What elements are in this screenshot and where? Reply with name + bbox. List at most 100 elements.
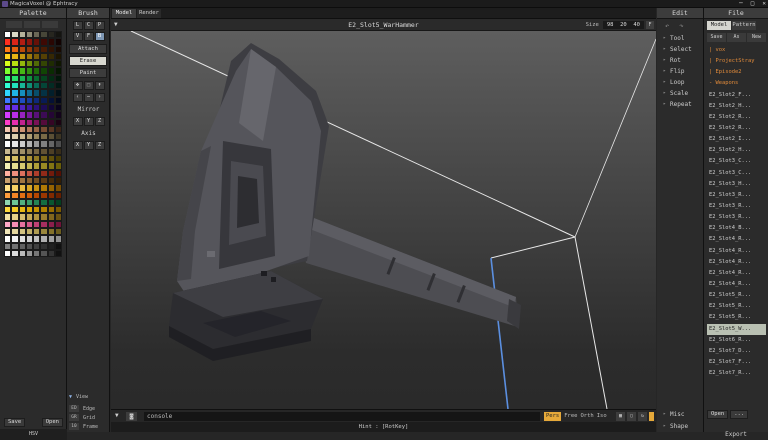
palette-swatch[interactable]: [33, 67, 41, 75]
palette-swatch[interactable]: [25, 118, 34, 126]
palette-swatch[interactable]: [11, 169, 19, 177]
file-list-item[interactable]: E2_Slot3_R...: [707, 201, 766, 212]
edit-scale[interactable]: ▸ Scale: [663, 90, 688, 97]
palette-swatch[interactable]: [55, 228, 63, 236]
palette-swatch[interactable]: [11, 184, 19, 192]
file-saveas-button[interactable]: As: [727, 33, 746, 42]
palette-swatch[interactable]: [18, 96, 26, 104]
palette-swatch[interactable]: [40, 38, 48, 46]
view-section[interactable]: ▼ View: [69, 394, 88, 400]
file-open-button[interactable]: Open: [707, 410, 729, 419]
palette-swatch[interactable]: [47, 38, 56, 46]
palette-swatch[interactable]: [4, 249, 12, 258]
palette-swatch[interactable]: [55, 38, 63, 46]
palette-swatch[interactable]: [4, 125, 12, 134]
edit-select[interactable]: ▸ Select: [663, 46, 692, 53]
palette-swatch[interactable]: [4, 89, 12, 97]
palette-swatch[interactable]: [40, 147, 48, 156]
palette-swatch[interactable]: [25, 125, 34, 134]
palette-swatch[interactable]: [25, 198, 34, 207]
palette-swatch[interactable]: [47, 96, 56, 104]
palette-swatch[interactable]: [4, 38, 12, 46]
palette-swatch[interactable]: [11, 176, 19, 185]
palette-swatch[interactable]: [25, 228, 34, 236]
palette-swatch[interactable]: [47, 67, 56, 75]
palette-swatch[interactable]: [47, 206, 56, 214]
file-list-item[interactable]: E2_Slot3_H...: [707, 179, 766, 190]
palette-swatch[interactable]: [25, 155, 34, 163]
pick-tool-icon[interactable]: ↟: [94, 81, 105, 90]
palette-swatch[interactable]: [11, 38, 19, 46]
palette-swatch[interactable]: [4, 169, 12, 177]
palette-swatch[interactable]: [40, 96, 48, 104]
palette-swatch[interactable]: [47, 133, 56, 141]
palette-swatch[interactable]: [33, 198, 41, 207]
palette-swatch[interactable]: [40, 198, 48, 207]
palette-swatch[interactable]: [55, 176, 63, 185]
palette-swatch[interactable]: [4, 103, 12, 112]
file-list-item[interactable]: - Weapons: [707, 78, 766, 89]
palette-swatch[interactable]: [40, 52, 48, 61]
palette-swatch[interactable]: [55, 206, 63, 214]
file-list-item[interactable]: E2_Slot4_R...: [707, 268, 766, 279]
palette-swatch[interactable]: [18, 198, 26, 207]
palette-swatch[interactable]: [11, 228, 19, 236]
brush-box-button[interactable]: B: [94, 32, 105, 41]
palette-swatch[interactable]: [18, 38, 26, 46]
palette-swatch[interactable]: [4, 60, 12, 68]
palette-swatch[interactable]: [4, 31, 12, 39]
palette-swatch[interactable]: [33, 162, 41, 170]
palette-swatch[interactable]: [18, 60, 26, 68]
palette-swatch[interactable]: [25, 74, 34, 83]
palette-swatch[interactable]: [11, 89, 19, 97]
palette-swatch[interactable]: [47, 82, 56, 90]
palette-swatch[interactable]: [18, 89, 26, 97]
brush-face-button[interactable]: F: [83, 32, 94, 41]
file-list-item[interactable]: | ProjectStray: [707, 56, 766, 67]
palette-swatch[interactable]: [25, 235, 34, 243]
palette-swatch[interactable]: [33, 31, 41, 39]
palette-swatch[interactable]: [4, 140, 12, 148]
palette-swatch[interactable]: [18, 82, 26, 90]
palette-swatch[interactable]: [33, 140, 41, 148]
palette-swatch[interactable]: [33, 249, 41, 258]
file-list-item[interactable]: E2_Slot2_F...: [707, 90, 766, 101]
palette-swatch[interactable]: [18, 249, 26, 258]
palette-swatch[interactable]: [40, 235, 48, 243]
palette-swatch[interactable]: [55, 125, 63, 134]
grid-key[interactable]: GR: [69, 414, 79, 421]
brush-line-button[interactable]: L: [72, 21, 83, 30]
palette-swatch[interactable]: [11, 31, 19, 39]
palette-swatch[interactable]: [18, 228, 26, 236]
brush-voxel-button[interactable]: V: [72, 32, 83, 41]
palette-swatch[interactable]: [47, 111, 56, 119]
palette-tab-3[interactable]: [42, 21, 58, 28]
next-icon[interactable]: ›: [94, 93, 105, 102]
palette-swatch[interactable]: [4, 220, 12, 229]
axis-z-button[interactable]: Z: [94, 141, 105, 150]
palette-swatch[interactable]: [33, 133, 41, 141]
palette-swatch[interactable]: [47, 140, 56, 148]
palette-swatch[interactable]: [18, 242, 26, 250]
palette-swatch[interactable]: [47, 118, 56, 126]
palette-swatch[interactable]: [33, 155, 41, 163]
edit-rot[interactable]: ▸ Rot: [663, 57, 681, 64]
palette-swatch[interactable]: [40, 133, 48, 141]
palette-swatch[interactable]: [33, 213, 41, 221]
palette-swatch[interactable]: [18, 118, 26, 126]
palette-swatch[interactable]: [47, 235, 56, 243]
palette-swatch[interactable]: [4, 147, 12, 156]
palette-swatch[interactable]: [18, 140, 26, 148]
voxel-scene[interactable]: [111, 31, 656, 409]
attach-mode-button[interactable]: Attach: [69, 44, 107, 54]
palette-tab-1[interactable]: [6, 21, 22, 28]
palette-swatch[interactable]: [25, 38, 34, 46]
palette-swatch[interactable]: [33, 228, 41, 236]
move-tool-icon[interactable]: ✥: [72, 81, 83, 90]
palette-swatch[interactable]: [47, 249, 56, 258]
redo-icon[interactable]: ↷: [679, 22, 683, 30]
palette-swatch[interactable]: [33, 111, 41, 119]
file-list-item[interactable]: E2_Slot5_R...: [707, 312, 766, 323]
palette-swatch[interactable]: [33, 184, 41, 192]
palette-swatch[interactable]: [33, 125, 41, 134]
